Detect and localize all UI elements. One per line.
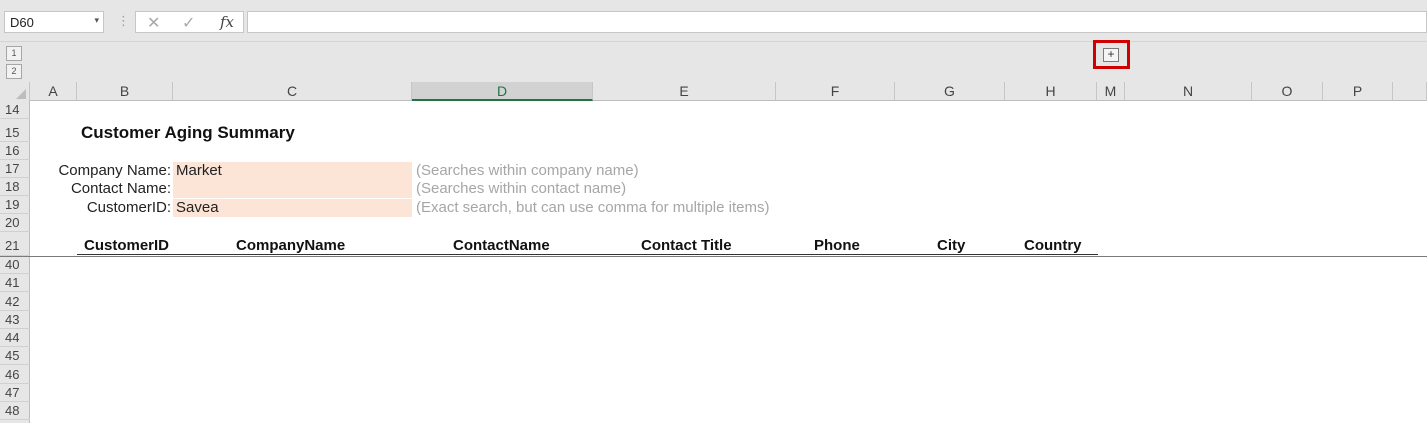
table-header-contactname[interactable]: ContactName — [453, 237, 550, 254]
column-header-n[interactable]: N — [1125, 82, 1252, 101]
row-header[interactable]: 47 — [0, 384, 30, 402]
select-all-icon — [16, 89, 26, 99]
outline-level-1-button[interactable]: 1 — [6, 46, 22, 61]
header-underline — [77, 254, 1098, 255]
formula-input[interactable] — [247, 11, 1427, 33]
name-box-value: D60 — [10, 15, 34, 30]
row-header[interactable]: 14 — [0, 101, 30, 119]
column-header-f[interactable]: F — [776, 82, 895, 101]
table-header-contact-title[interactable]: Contact Title — [641, 237, 732, 254]
column-header-h[interactable]: H — [1005, 82, 1097, 101]
column-header-g[interactable]: G — [895, 82, 1005, 101]
row-header[interactable]: 48 — [0, 402, 30, 420]
hidden-rows-divider — [0, 256, 1427, 257]
column-header-m[interactable]: M — [1097, 82, 1125, 101]
table-header-city[interactable]: City — [937, 237, 965, 254]
row-header[interactable]: 46 — [0, 366, 30, 384]
column-header-a[interactable]: A — [30, 82, 77, 101]
table-header-phone[interactable]: Phone — [814, 237, 860, 254]
row-header[interactable]: 44 — [0, 329, 30, 347]
column-header-o[interactable]: O — [1252, 82, 1323, 101]
company-name-label: Company Name: — [58, 162, 171, 179]
column-header-bar: A B C D E F G H M N O P Q — [0, 82, 1427, 101]
row-header[interactable]: 19 — [0, 196, 30, 214]
name-box[interactable]: D60 ▾ — [4, 11, 104, 33]
column-header-e[interactable]: E — [593, 82, 776, 101]
customer-id-hint: (Exact search, but can use comma for mul… — [416, 199, 770, 216]
formula-bar: D60 ▾ ⋮ ✕ ✓ fx — [0, 0, 1427, 42]
row-header[interactable]: 42 — [0, 293, 30, 311]
column-header-q[interactable]: Q — [1393, 82, 1427, 101]
column-header-d[interactable]: D — [412, 82, 593, 101]
row-header[interactable]: 41 — [0, 274, 30, 292]
outline-level-2-button[interactable]: 2 — [6, 64, 22, 79]
drag-handle-icon[interactable]: ⋮ — [117, 13, 130, 29]
column-header-b[interactable]: B — [77, 82, 173, 101]
row-header[interactable]: 40 — [0, 256, 30, 274]
contact-name-label: Contact Name: — [70, 180, 171, 197]
row-header[interactable]: 16 — [0, 142, 30, 160]
formula-buttons: ✕ ✓ fx — [135, 11, 244, 33]
expand-group-button[interactable]: + — [1103, 48, 1119, 62]
row-header[interactable]: 18 — [0, 178, 30, 196]
row-header[interactable]: 20 — [0, 214, 30, 232]
row-header[interactable]: 21 — [0, 232, 30, 256]
customer-id-input[interactable]: Savea — [173, 199, 412, 217]
chevron-down-icon[interactable]: ▾ — [94, 15, 99, 26]
company-name-input[interactable]: Market — [173, 162, 412, 180]
row-header[interactable]: 15 — [0, 119, 30, 142]
table-header-customerid[interactable]: CustomerID — [84, 237, 169, 254]
company-name-hint: (Searches within company name) — [416, 162, 639, 179]
column-header-p[interactable]: P — [1323, 82, 1393, 101]
row-header[interactable]: 43 — [0, 311, 30, 329]
table-header-companyname[interactable]: CompanyName — [236, 237, 345, 254]
table-header-country[interactable]: Country — [1024, 237, 1082, 254]
cancel-icon[interactable]: ✕ — [147, 13, 160, 33]
row-header[interactable]: 45 — [0, 347, 30, 365]
column-header-c[interactable]: C — [173, 82, 412, 101]
check-icon[interactable]: ✓ — [182, 13, 195, 33]
contact-name-hint: (Searches within contact name) — [416, 180, 627, 197]
contact-name-input[interactable] — [173, 180, 412, 198]
insert-function-icon[interactable]: fx — [220, 13, 234, 31]
row-header-bar: 14 15 16 17 18 19 20 21 40 41 42 43 44 4… — [0, 101, 30, 423]
row-header[interactable]: 17 — [0, 160, 30, 178]
sheet-title: Customer Aging Summary — [81, 123, 295, 142]
customer-id-label: CustomerID: — [86, 199, 171, 216]
select-all-button[interactable] — [0, 82, 30, 101]
outline-bar: 1 2 — [0, 42, 1427, 82]
